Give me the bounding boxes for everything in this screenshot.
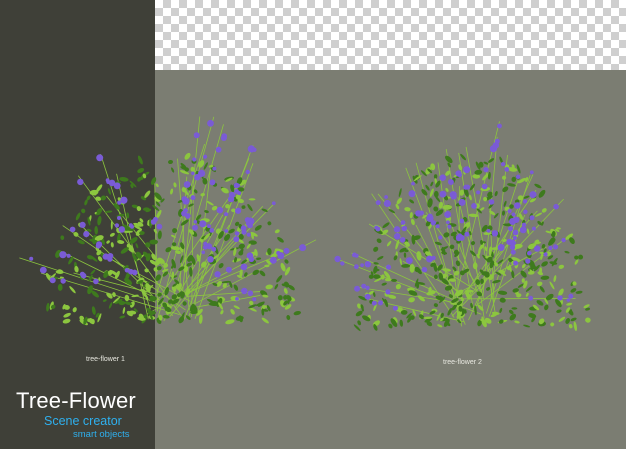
brand-tagline: smart objects (73, 429, 130, 440)
flower-bush-1 (19, 116, 317, 326)
flowers (334, 123, 574, 311)
object-caption-2: tree-flower 2 (443, 359, 482, 366)
transparency-checkerboard (155, 0, 626, 70)
brand-subtitle: Scene creator (44, 414, 122, 428)
flower-bush-2 (334, 121, 591, 332)
object-caption-1: tree-flower 1 (86, 356, 125, 363)
canvas: tree-flower 1 tree-flower 2 Tree-Flower … (0, 0, 626, 449)
brand-title: Tree-Flower (16, 388, 136, 413)
